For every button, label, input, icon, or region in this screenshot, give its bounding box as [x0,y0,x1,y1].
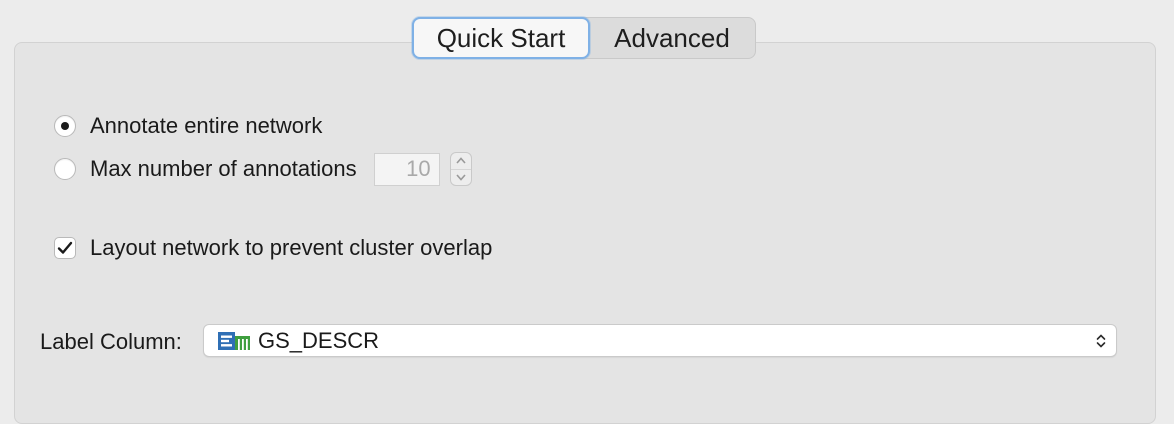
label-column-label: Label Column: [40,329,182,355]
label-column-text: Label Column: [40,329,182,354]
tab-quick-start[interactable]: Quick Start [412,17,590,59]
tab-advanced[interactable]: Advanced [590,18,754,58]
chevron-up-down-icon [1095,331,1107,357]
decrement-arrow-icon[interactable] [450,168,471,186]
label-column-select[interactable]: GS_DESCR [203,324,1117,357]
max-annotations-option[interactable]: Max number of annotations 10 [54,152,472,186]
max-annotations-label: Max number of annotations [90,156,357,181]
label-column-selected-value: GS_DESCR [258,327,380,353]
quick-start-panel [14,42,1156,424]
max-annotations-input[interactable]: 10 [373,152,440,186]
increment-arrow-icon[interactable] [451,153,471,169]
max-annotations-stepper[interactable] [449,152,472,186]
annotate-entire-network-label: Annotate entire network [90,113,323,138]
layout-network-label: Layout network to prevent cluster overla… [90,235,493,260]
annotate-entire-network-option[interactable]: Annotate entire network [54,113,322,139]
string-column-icon [218,331,250,350]
radio-selected-dot [61,122,69,130]
max-annotations-radio[interactable] [54,158,76,180]
tab-bar: Quick Start Advanced [412,17,756,59]
layout-network-option[interactable]: Layout network to prevent cluster overla… [54,235,492,261]
checkmark-icon [57,241,73,254]
annotate-entire-network-radio[interactable] [54,115,76,137]
layout-network-checkbox[interactable] [54,237,76,259]
